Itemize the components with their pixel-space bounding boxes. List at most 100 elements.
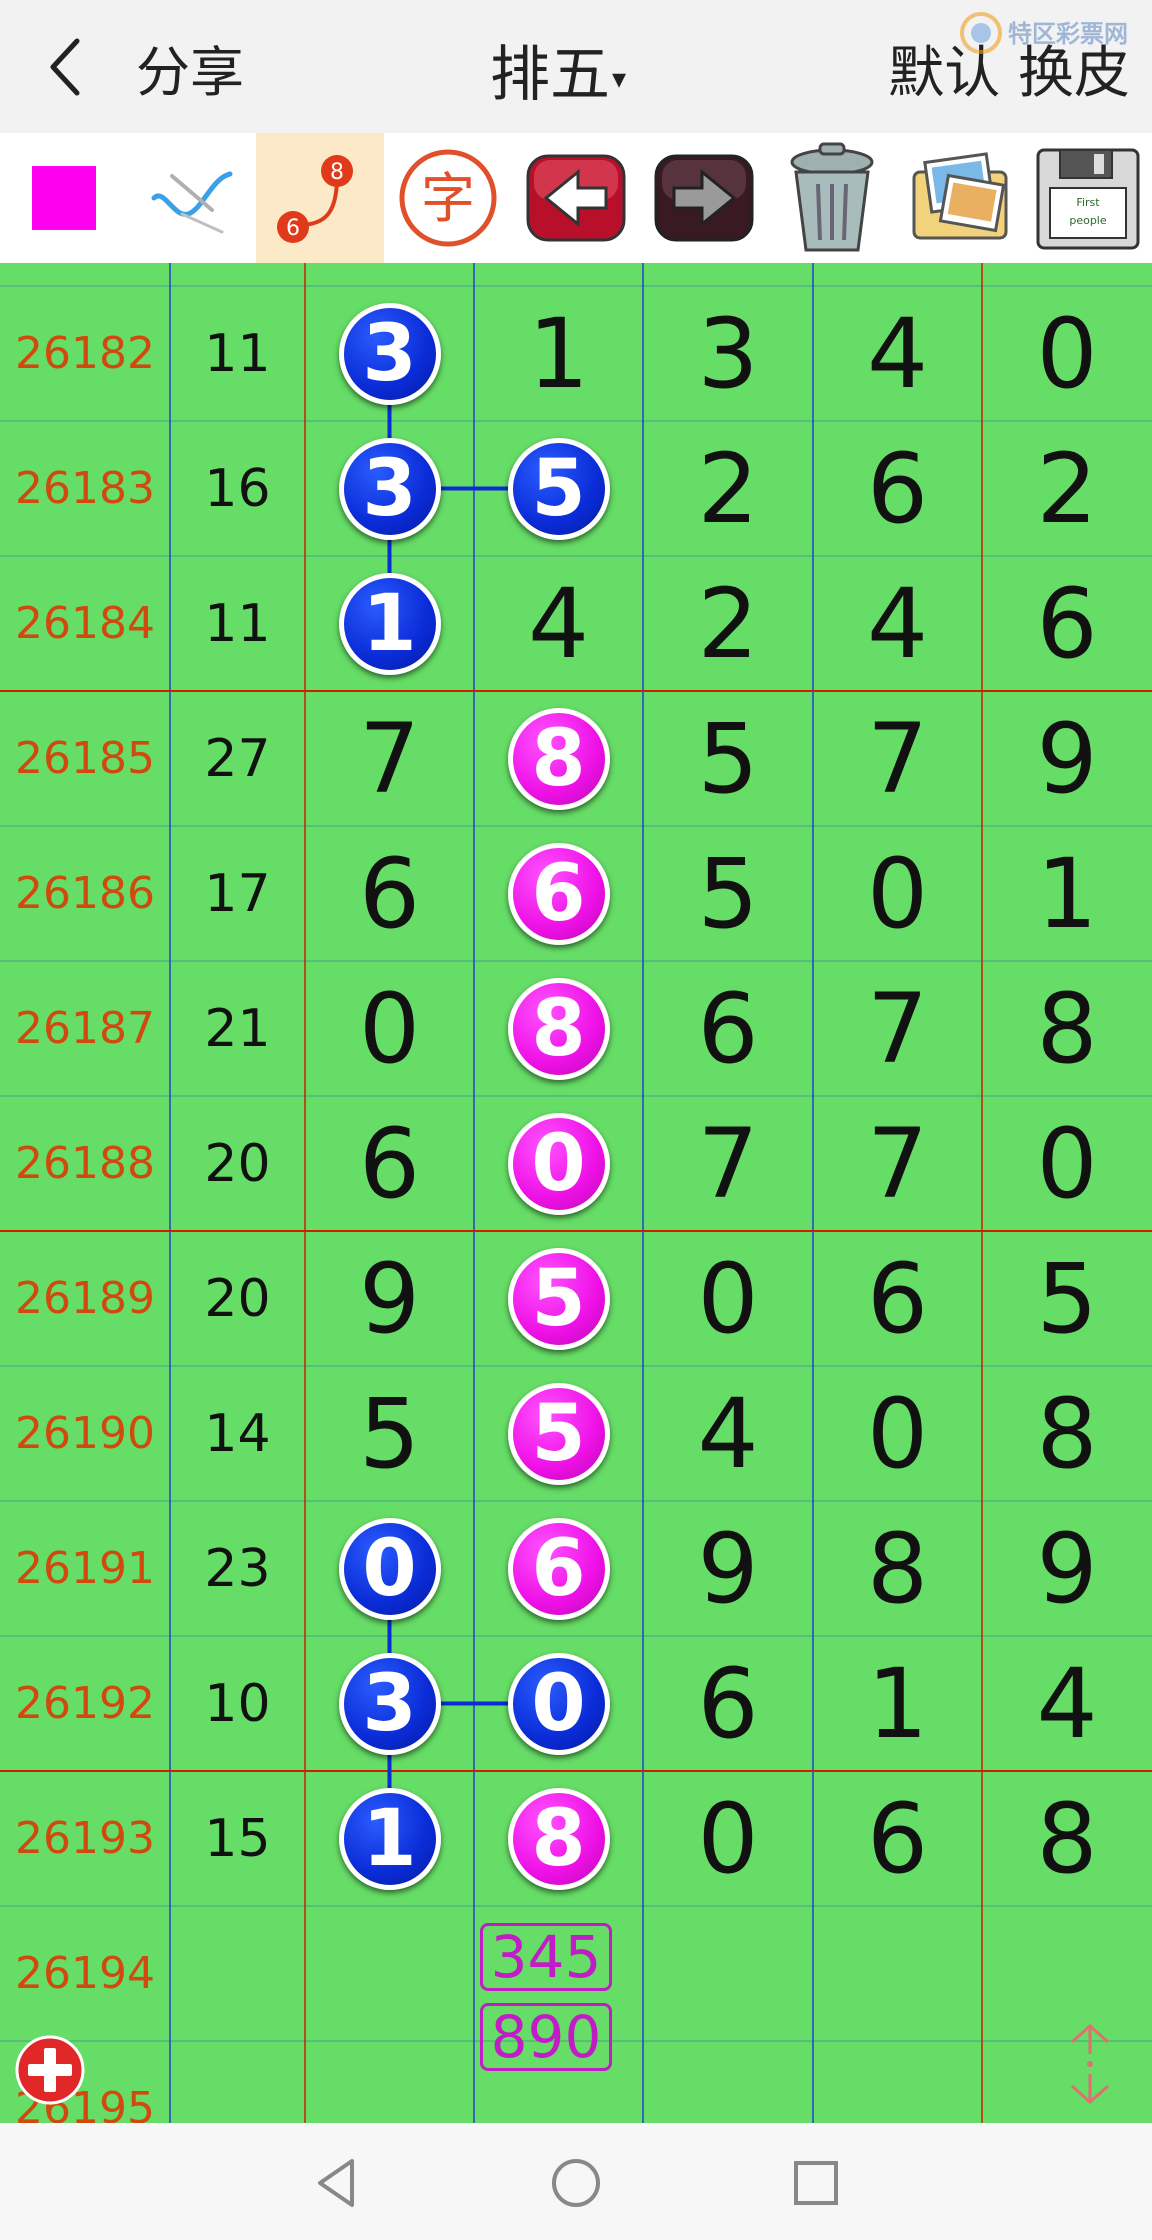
marked-digit-ball[interactable]: 1 [338,1787,441,1890]
digit-cell[interactable]: 4 [474,556,643,691]
digit-cell[interactable]: 6 [982,556,1152,691]
digit-cell[interactable]: 7 [813,961,982,1096]
digit-cell[interactable] [643,2041,813,2123]
digit-cell[interactable] [305,2041,474,2123]
nav-back-button[interactable] [306,2153,366,2213]
digit-cell[interactable]: 7 [813,1096,982,1231]
marked-digit-ball[interactable]: 0 [507,1112,610,1215]
digit-cell[interactable]: 5 [305,1366,474,1501]
sum-value: 16 [204,458,271,519]
digit-cell[interactable] [813,2041,982,2123]
connect-tool-button[interactable]: 8 6 [256,133,384,263]
system-navigation-bar [0,2123,1152,2240]
gallery-button[interactable] [896,133,1024,263]
digit-cell[interactable]: 7 [305,691,474,826]
marked-digit-ball[interactable]: 1 [338,572,441,675]
digit-cell[interactable]: 1 [813,1636,982,1771]
digit-cell[interactable] [982,2041,1152,2123]
marked-digit-ball[interactable]: 5 [507,1247,610,1350]
digit-cell[interactable]: 2 [982,421,1152,556]
draw-line-tool-button[interactable] [128,133,256,263]
sum-value: 23 [204,1538,271,1599]
digit-cell[interactable]: 9 [643,1501,813,1636]
scroll-toggle-button[interactable] [1068,2022,1112,2106]
digit-cell[interactable]: 6 [813,1231,982,1366]
trash-button[interactable] [768,133,896,263]
back-button[interactable] [30,22,100,112]
digit-cell[interactable] [643,1906,813,2041]
digit-cell[interactable]: 4 [982,1636,1152,1771]
digit-cell[interactable]: 1 [474,286,643,421]
marked-digit-ball[interactable]: 0 [338,1517,441,1620]
digit-cell[interactable]: 0 [982,286,1152,421]
digit-cell[interactable]: 2 [643,421,813,556]
digit-cell[interactable]: 7 [643,1096,813,1231]
text-tool-button[interactable]: 字 [384,133,512,263]
redo-button[interactable] [640,133,768,263]
digit-cell[interactable]: 6 [813,1771,982,1906]
digit-cell[interactable] [305,1906,474,2041]
digit-cell[interactable]: 0 [643,1771,813,1906]
digit-cell[interactable]: 9 [305,1231,474,1366]
marked-digit-ball[interactable]: 6 [507,1517,610,1620]
game-title-dropdown[interactable]: 排五▾ [490,26,626,113]
issue-number: 26186 [15,868,155,919]
marked-digit-ball[interactable]: 3 [338,437,441,540]
digit-cell[interactable]: 6 [305,1096,474,1231]
digit-cell[interactable]: 4 [643,1366,813,1501]
digit-cell[interactable]: 6 [305,826,474,961]
sum-value [170,1906,305,2041]
marked-digit-ball[interactable]: 8 [507,707,610,810]
marked-digit-ball[interactable]: 6 [507,842,610,945]
digit-cell[interactable]: 7 [813,691,982,826]
digit-cell[interactable]: 0 [982,1096,1152,1231]
digit-cell[interactable]: 6 [643,1636,813,1771]
digit-cell[interactable]: 6 [643,961,813,1096]
marked-digit-ball[interactable]: 8 [507,1787,610,1890]
digit-cell[interactable]: 8 [982,1366,1152,1501]
issue-number: 26182 [15,328,155,379]
nav-home-circle-icon [552,2159,600,2207]
marked-digit-ball[interactable]: 8 [507,977,610,1080]
marked-digit-ball[interactable]: 3 [338,302,441,405]
sum-value [170,2041,305,2123]
watermark-icon [960,12,1002,54]
digit-cell[interactable]: 0 [813,1366,982,1501]
issue-number: 26184 [15,598,155,649]
marked-digit-ball[interactable]: 3 [338,1652,441,1755]
digit-cell[interactable]: 4 [813,286,982,421]
digit-cell[interactable]: 5 [643,691,813,826]
digit-cell[interactable]: 5 [982,1231,1152,1366]
undo-button[interactable] [512,133,640,263]
share-button[interactable]: 分享 [136,28,244,107]
digit-cell[interactable]: 9 [982,1501,1152,1636]
marked-digit-ball[interactable]: 0 [507,1652,610,1755]
digit-cell[interactable]: 8 [982,961,1152,1096]
sum-value: 20 [204,1133,271,1194]
digit-cell[interactable]: 9 [982,691,1152,826]
trend-chart-grid[interactable]: 26182 11 3 1 3 4 0 26183 16 3 5 2 6 2 26184 11 1 4 2 4 6 2618… [0,263,1152,2123]
digit-cell[interactable]: 6 [813,421,982,556]
add-button[interactable] [14,2034,86,2106]
text-char-icon: 字 [399,149,497,247]
digit-cell[interactable]: 5 [643,826,813,961]
digit-cell[interactable]: 2 [643,556,813,691]
save-button[interactable]: First people [1024,133,1152,263]
digit-cell[interactable]: 0 [305,961,474,1096]
digit-cell[interactable] [982,1906,1152,2041]
digit-cell[interactable]: 0 [813,826,982,961]
digit-cell[interactable]: 8 [813,1501,982,1636]
text-tool-label: 字 [421,167,475,230]
marked-digit-ball[interactable]: 5 [507,1382,610,1485]
nav-recents-button[interactable] [786,2153,846,2213]
digit-cell[interactable]: 0 [643,1231,813,1366]
digit-cell[interactable]: 3 [643,286,813,421]
save-label-first: First [1076,196,1100,209]
color-swatch-button[interactable] [0,133,128,263]
marked-digit-ball[interactable]: 5 [507,437,610,540]
nav-home-button[interactable] [546,2153,606,2213]
digit-cell[interactable]: 4 [813,556,982,691]
digit-cell[interactable]: 1 [982,826,1152,961]
digit-cell[interactable]: 8 [982,1771,1152,1906]
digit-cell[interactable] [813,1906,982,2041]
